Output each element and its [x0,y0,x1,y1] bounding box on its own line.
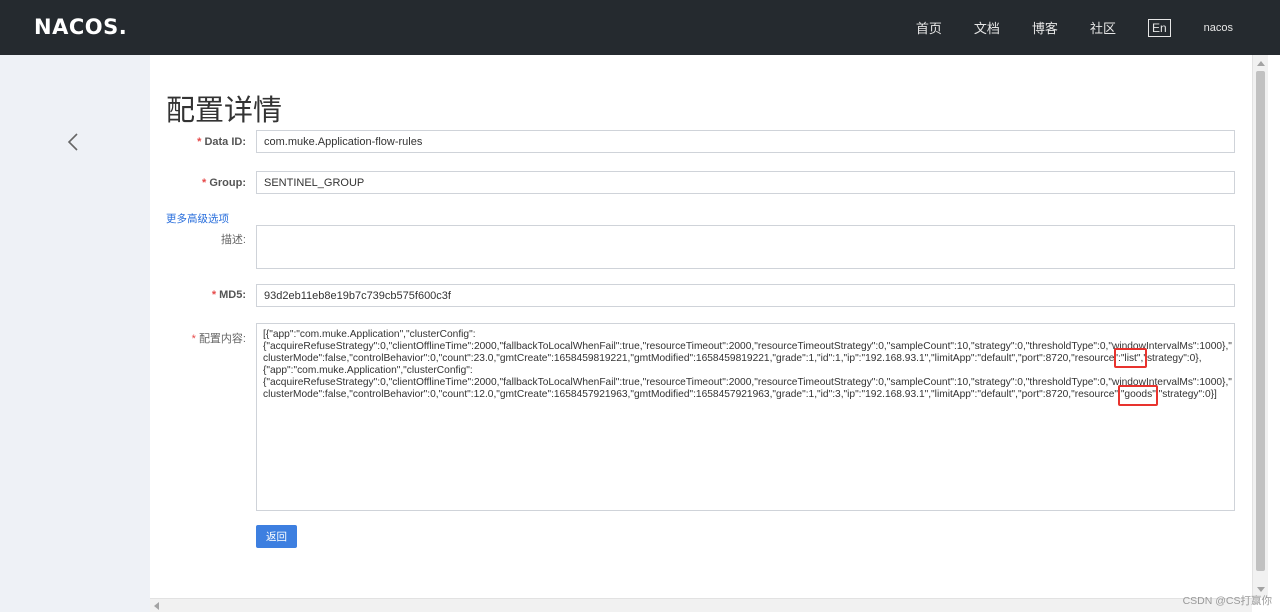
watermark: CSDN @CS打赢你 [1182,595,1272,607]
username[interactable]: nacos [1204,22,1233,34]
required-star: * [191,333,196,345]
nav-item-community[interactable]: 社区 [1090,18,1116,37]
language-switch[interactable]: En [1147,18,1171,37]
md5-field[interactable]: 93d2eb11eb8e19b7c739cb575f600c3f [256,284,1235,307]
required-star: * [197,136,202,148]
data-id-field[interactable]: com.muke.Application-flow-rules [256,130,1235,153]
nav-menu: 首页 文档 博客 社区 En nacos [916,0,1280,55]
scroll-up-icon[interactable] [1257,61,1265,66]
nacos-logo[interactable]: NACOS. [34,15,127,39]
description-label: 描述: [220,234,246,246]
required-star: * [202,177,207,189]
scroll-thumb[interactable] [1256,71,1265,571]
horizontal-scrollbar[interactable] [150,598,1252,612]
content-line: [{"app":"com.muke.Application","clusterC… [263,329,476,340]
content-line: clusterMode":false,"controlBehavior":0,"… [263,389,1217,400]
content-label: * 配置内容: [191,333,246,345]
nav-item-blog[interactable]: 博客 [1032,18,1058,37]
content-line: clusterMode":false,"controlBehavior":0,"… [263,353,1202,364]
config-content-editor[interactable]: [{"app":"com.muke.Application","clusterC… [256,323,1235,511]
content-line: {"acquireRefuseStrategy":0,"clientOfflin… [263,341,1232,352]
description-field[interactable] [256,225,1235,269]
required-star: * [211,289,217,301]
scroll-left-icon[interactable] [154,602,159,610]
data-id-label: * Data ID: [197,136,246,148]
group-label: * Group: [202,177,246,189]
content-line: {"acquireRefuseStrategy":0,"clientOfflin… [263,377,1232,388]
group-field[interactable]: SENTINEL_GROUP [256,171,1235,194]
advanced-options-link[interactable]: 更多高级选项 [166,211,229,226]
chevron-left-icon[interactable] [66,132,80,152]
vertical-scrollbar[interactable] [1252,55,1268,598]
left-panel [0,55,150,612]
md5-label: * MD5: [211,289,246,301]
highlight-box-goods [1118,385,1158,406]
nav-item-home[interactable]: 首页 [916,18,942,37]
nav-item-docs[interactable]: 文档 [974,18,1000,37]
content-line: {"app":"com.muke.Application","clusterCo… [263,365,473,376]
top-navbar: NACOS. 首页 文档 博客 社区 En nacos [0,0,1280,55]
scroll-down-icon[interactable] [1257,587,1265,592]
page-title: 配置详情 [166,93,283,127]
back-button[interactable]: 返回 [256,525,297,548]
highlight-box-list [1114,348,1147,368]
